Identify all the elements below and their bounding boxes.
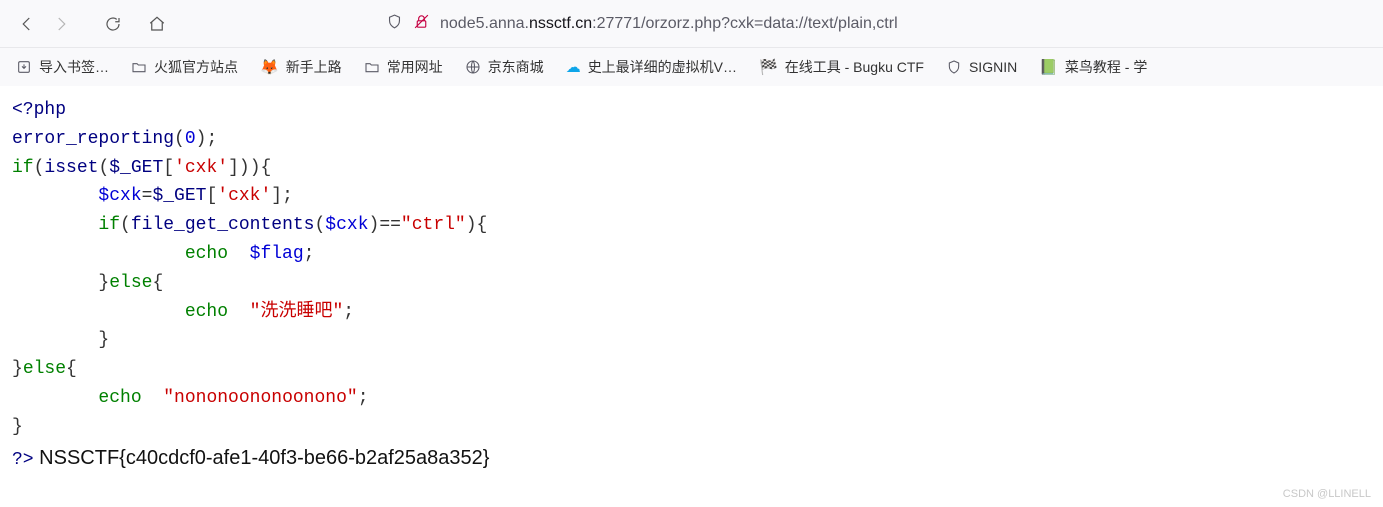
reload-button[interactable] bbox=[96, 7, 130, 41]
url-text: node5.anna.nssctf.cn:27771/orzorz.php?cx… bbox=[440, 15, 898, 33]
folder-icon bbox=[131, 59, 147, 75]
bookmark-signin[interactable]: SIGNIN bbox=[946, 59, 1017, 75]
forward-button[interactable] bbox=[44, 7, 78, 41]
shield-icon bbox=[386, 13, 403, 35]
import-icon bbox=[16, 59, 32, 75]
flag-output: NSSCTF{c40cdcf0-afe1-40f3-be66-b2af25a8a… bbox=[34, 447, 490, 469]
home-button[interactable] bbox=[140, 7, 174, 41]
watermark: CSDN @LLINELL bbox=[1283, 488, 1371, 500]
bookmark-firefox-site[interactable]: 火狐官方站点 bbox=[131, 57, 238, 77]
bookmark-runoob[interactable]: 📗菜鸟教程 - 学 bbox=[1039, 57, 1147, 77]
bookmark-getting-started[interactable]: 🦊新手上路 bbox=[260, 57, 342, 77]
page-content: <?php error_reporting(0); if(isset($_GET… bbox=[0, 86, 1383, 484]
shield-check-icon bbox=[946, 59, 962, 75]
cloud-icon: ☁ bbox=[566, 58, 581, 76]
insecure-lock-icon bbox=[413, 13, 430, 35]
url-bar[interactable]: node5.anna.nssctf.cn:27771/orzorz.php?cx… bbox=[374, 6, 1333, 42]
bookmarks-bar: 导入书签… 火狐官方站点 🦊新手上路 常用网址 京东商城 ☁史上最详细的虚拟机V… bbox=[0, 48, 1383, 86]
flag-icon: 🏁 bbox=[759, 58, 778, 76]
browser-toolbar: node5.anna.nssctf.cn:27771/orzorz.php?cx… bbox=[0, 0, 1383, 48]
bookmark-common-urls[interactable]: 常用网址 bbox=[364, 57, 443, 77]
import-bookmarks[interactable]: 导入书签… bbox=[16, 57, 109, 77]
bookmark-bugku[interactable]: 🏁在线工具 - Bugku CTF bbox=[759, 57, 924, 77]
php-code: <?php error_reporting(0); if(isset($_GET… bbox=[12, 96, 1371, 474]
bookmark-vm-tutorial[interactable]: ☁史上最详细的虚拟机V… bbox=[566, 57, 737, 77]
folder-icon bbox=[364, 59, 380, 75]
globe-icon bbox=[465, 59, 481, 75]
firefox-icon: 🦊 bbox=[260, 58, 279, 76]
book-icon: 📗 bbox=[1039, 58, 1058, 76]
back-button[interactable] bbox=[10, 7, 44, 41]
bookmark-jd[interactable]: 京东商城 bbox=[465, 57, 544, 77]
